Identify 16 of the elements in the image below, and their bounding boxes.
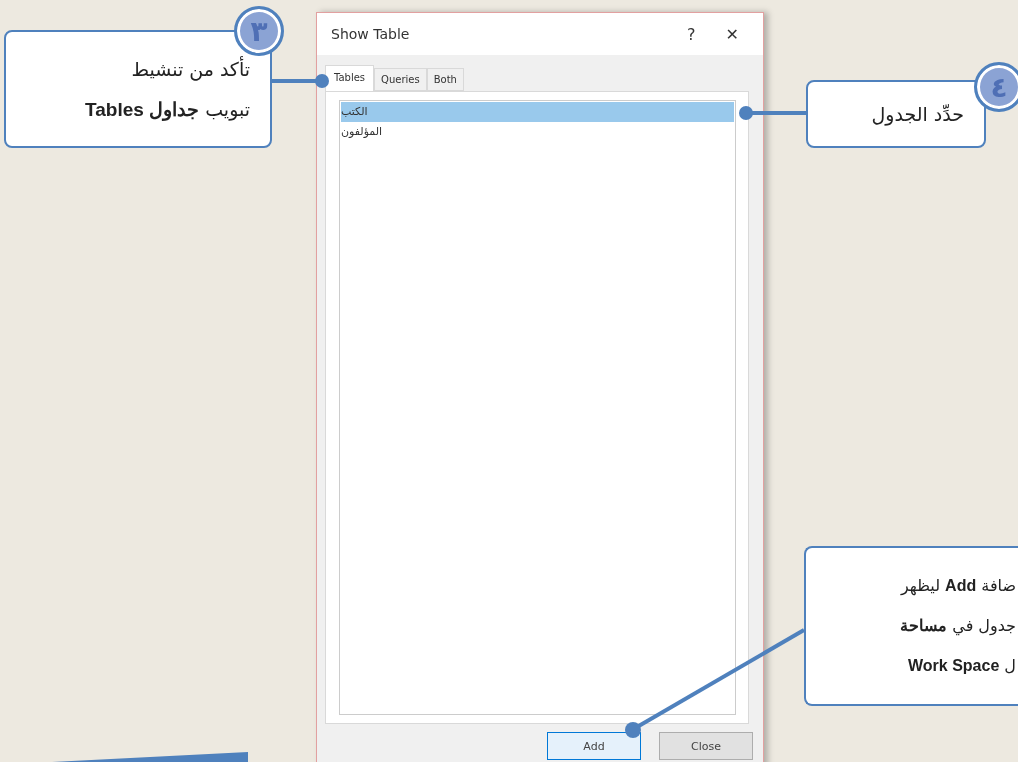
close-dialog-button[interactable]: Close: [659, 732, 753, 760]
callout-text: حدِّد الجدول: [870, 102, 964, 127]
list-item[interactable]: الكتب: [341, 102, 734, 122]
list-item[interactable]: المؤلفون: [341, 122, 734, 142]
help-button[interactable]: ?: [677, 24, 706, 44]
callout-text: جدول في مساحة: [899, 615, 1016, 638]
step-number-badge: ٣: [234, 6, 284, 56]
tab[interactable]: Both: [426, 68, 464, 91]
tab[interactable]: Tables: [325, 65, 375, 91]
step-number-badge: ٤: [974, 62, 1018, 112]
callout-text: تأكد من تنشيط: [130, 55, 250, 82]
callout-text: تبويب جداول Tables: [84, 96, 250, 123]
window-title: Show Table: [331, 26, 411, 42]
tab[interactable]: Queries: [374, 68, 427, 91]
add-button[interactable]: Add: [547, 732, 641, 760]
close-button[interactable]: ✕: [715, 24, 749, 44]
